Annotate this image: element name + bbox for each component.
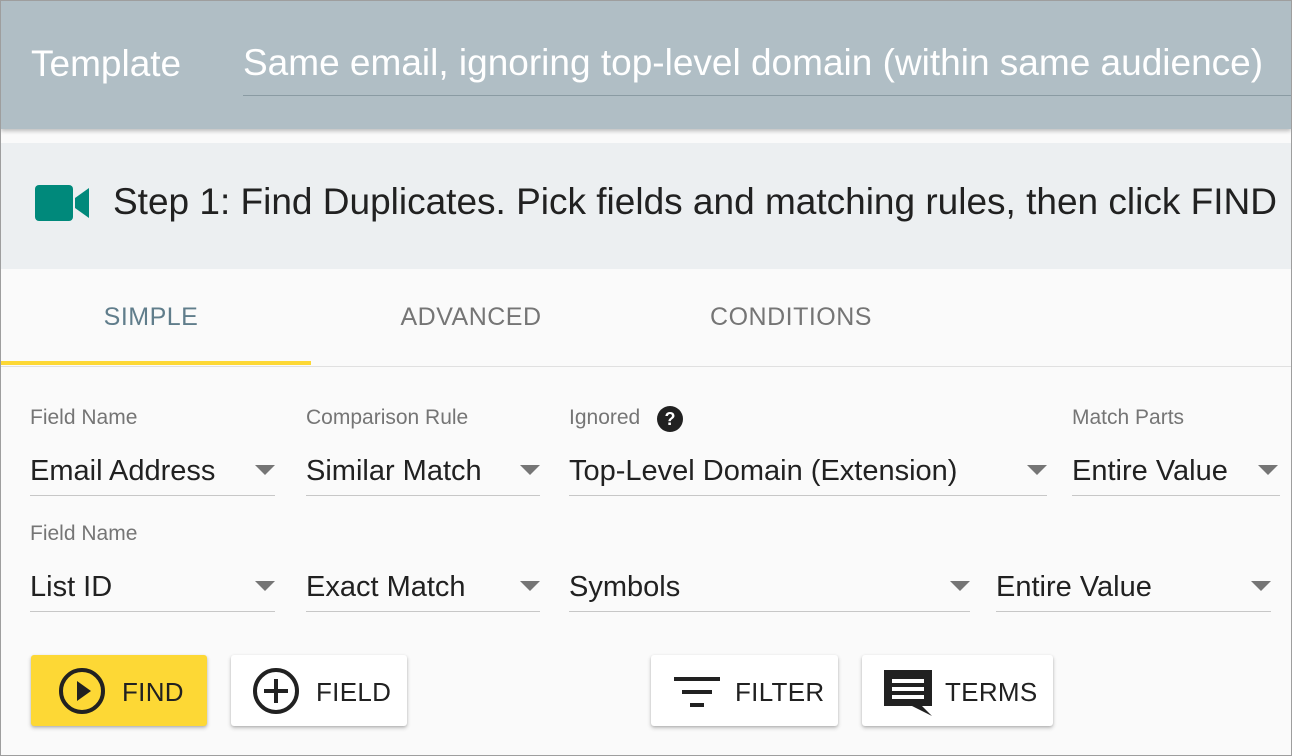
terms-button-label: TERMS bbox=[945, 677, 1038, 707]
template-label: Template bbox=[31, 43, 182, 84]
match-parts-value: Entire Value bbox=[996, 571, 1152, 603]
tab-conditions[interactable]: CONDITIONS bbox=[641, 269, 941, 365]
field-name-value: List ID bbox=[30, 571, 113, 603]
field-name-label: Field Name bbox=[30, 406, 138, 429]
comparison-rule-select[interactable]: Similar Match bbox=[306, 451, 540, 496]
step-instruction: Step 1: Find Duplicates. Pick fields and… bbox=[113, 181, 1277, 222]
comparison-rule-value: Similar Match bbox=[306, 455, 482, 487]
match-parts-value: Entire Value bbox=[1072, 455, 1228, 487]
comparison-rule-select[interactable]: Exact Match bbox=[306, 567, 540, 612]
chevron-down-icon bbox=[950, 581, 970, 591]
app-frame: Template Step 1: Find Duplicates. Pick f… bbox=[0, 0, 1292, 756]
video-camera-icon[interactable] bbox=[35, 185, 91, 221]
svg-text:?: ? bbox=[665, 409, 676, 429]
tab-advanced-label: ADVANCED bbox=[400, 302, 542, 331]
chevron-down-icon bbox=[255, 581, 275, 591]
ignored-select[interactable]: Top-Level Domain (Extension) bbox=[569, 451, 1047, 496]
chevron-down-icon bbox=[520, 465, 540, 475]
add-field-button[interactable]: FIELD bbox=[231, 655, 407, 726]
find-button[interactable]: FIND bbox=[31, 655, 207, 726]
terms-button[interactable]: TERMS bbox=[862, 655, 1053, 726]
ignored-label: Ignored bbox=[569, 406, 641, 429]
field-name-select[interactable]: Email Address bbox=[30, 451, 275, 496]
template-name-input[interactable] bbox=[243, 31, 1291, 96]
chevron-down-icon bbox=[1258, 465, 1278, 475]
field-name-value: Email Address bbox=[30, 455, 216, 487]
comment-icon bbox=[884, 670, 932, 716]
ignored-value: Top-Level Domain (Extension) bbox=[569, 455, 958, 487]
rule-tabs: SIMPLE ADVANCED CONDITIONS bbox=[1, 269, 1291, 367]
comparison-rule-label: Comparison Rule bbox=[306, 406, 469, 429]
filter-list-icon bbox=[674, 677, 720, 707]
filter-button[interactable]: FILTER bbox=[651, 655, 838, 726]
field-name-select[interactable]: List ID bbox=[30, 567, 275, 612]
add-field-button-label: FIELD bbox=[316, 677, 392, 707]
field-name-label: Field Name bbox=[30, 522, 138, 545]
tab-simple-label: SIMPLE bbox=[103, 302, 199, 331]
ignored-select[interactable]: Symbols bbox=[569, 567, 970, 612]
tab-conditions-label: CONDITIONS bbox=[710, 302, 872, 331]
tab-advanced[interactable]: ADVANCED bbox=[321, 269, 621, 365]
ignored-value: Symbols bbox=[569, 571, 681, 603]
chevron-down-icon bbox=[1027, 465, 1047, 475]
chevron-down-icon bbox=[1251, 581, 1271, 591]
match-parts-select[interactable]: Entire Value bbox=[996, 567, 1271, 612]
chevron-down-icon bbox=[255, 465, 275, 475]
match-parts-label: Match Parts bbox=[1072, 406, 1185, 429]
find-button-label: FIND bbox=[122, 677, 184, 707]
help-icon[interactable]: ? bbox=[656, 405, 684, 433]
match-parts-select[interactable]: Entire Value bbox=[1072, 451, 1280, 496]
filter-button-label: FILTER bbox=[735, 677, 825, 707]
add-circle-icon bbox=[253, 668, 299, 714]
active-tab-indicator bbox=[1, 361, 311, 365]
chevron-down-icon bbox=[520, 581, 540, 591]
play-circle-icon bbox=[59, 668, 105, 714]
tab-simple[interactable]: SIMPLE bbox=[1, 269, 301, 365]
template-header: Template bbox=[1, 1, 1291, 129]
comparison-rule-value: Exact Match bbox=[306, 571, 466, 603]
